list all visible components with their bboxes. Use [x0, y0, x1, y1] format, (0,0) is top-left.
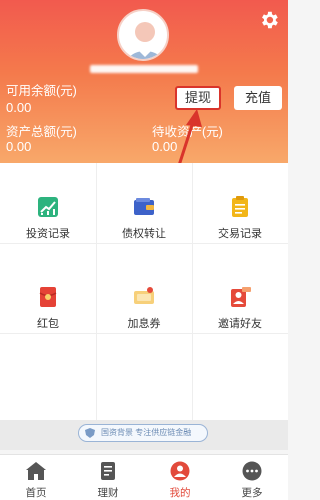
function-grid: 投资记录 债权转让 交易记录 红包 加息券 邀请好友 [0, 163, 288, 420]
account-page: 可用余额(元) 0.00 提现 充值 资产总额(元) 0.00 待收资产(元) … [0, 0, 288, 500]
tab-finance[interactable]: 理财 [72, 455, 144, 500]
grid-item-investment-records[interactable]: 投资记录 [0, 173, 96, 245]
tab-label: 理财 [97, 487, 119, 499]
chart-icon [38, 197, 58, 217]
user-icon [170, 461, 190, 481]
available-balance-value: 0.00 [6, 100, 32, 115]
grid-item-label: 邀请好友 [218, 318, 262, 330]
tab-label: 我的 [169, 487, 191, 499]
user-silhouette-icon [128, 22, 162, 59]
brand-banner-text: 国资背景 专注供应链金融 [101, 428, 192, 437]
grid-item-label: 交易记录 [218, 228, 262, 240]
total-assets-value: 0.00 [6, 139, 32, 154]
shield-icon [85, 428, 95, 438]
grid-item-transaction-records[interactable]: 交易记录 [192, 173, 288, 245]
bottom-tab-bar: 首页 理财 我的 更多 [0, 454, 288, 500]
tab-more[interactable]: 更多 [216, 455, 288, 500]
grid-item-debt-transfer[interactable]: 债权转让 [96, 173, 192, 245]
wallet-icon [134, 198, 154, 215]
home-icon [26, 462, 46, 480]
grid-item-interest-coupon[interactable]: 加息券 [96, 263, 192, 335]
grid-item-red-packet[interactable]: 红包 [0, 263, 96, 335]
total-assets-label: 资产总额(元) [6, 125, 77, 139]
grid-item-invite-friends[interactable]: 邀请好友 [192, 263, 288, 335]
avatar[interactable] [117, 9, 169, 61]
clipboard-icon [232, 196, 248, 217]
available-balance-label: 可用余额(元) [6, 84, 77, 98]
red-packet-icon [39, 287, 57, 307]
account-header: 可用余额(元) 0.00 提现 充值 资产总额(元) 0.00 待收资产(元) … [0, 0, 288, 182]
recharge-button[interactable]: 充值 [234, 86, 282, 110]
grid-item-label: 加息券 [127, 318, 161, 330]
grid-item-label: 红包 [37, 318, 59, 330]
coupon-icon [134, 287, 154, 304]
invite-icon [231, 287, 251, 307]
tab-home[interactable]: 首页 [0, 455, 72, 500]
grid-item-label: 投资记录 [26, 228, 70, 240]
grid-item-label: 债权转让 [122, 228, 166, 240]
masked-phone-number [90, 62, 198, 76]
finance-icon [101, 462, 115, 480]
brand-banner: 国资背景 专注供应链金融 [78, 424, 208, 442]
gear-icon[interactable] [258, 9, 280, 31]
tab-mine[interactable]: 我的 [144, 455, 216, 500]
more-icon [242, 461, 262, 481]
tab-label: 更多 [241, 487, 263, 499]
tab-label: 首页 [25, 487, 47, 499]
